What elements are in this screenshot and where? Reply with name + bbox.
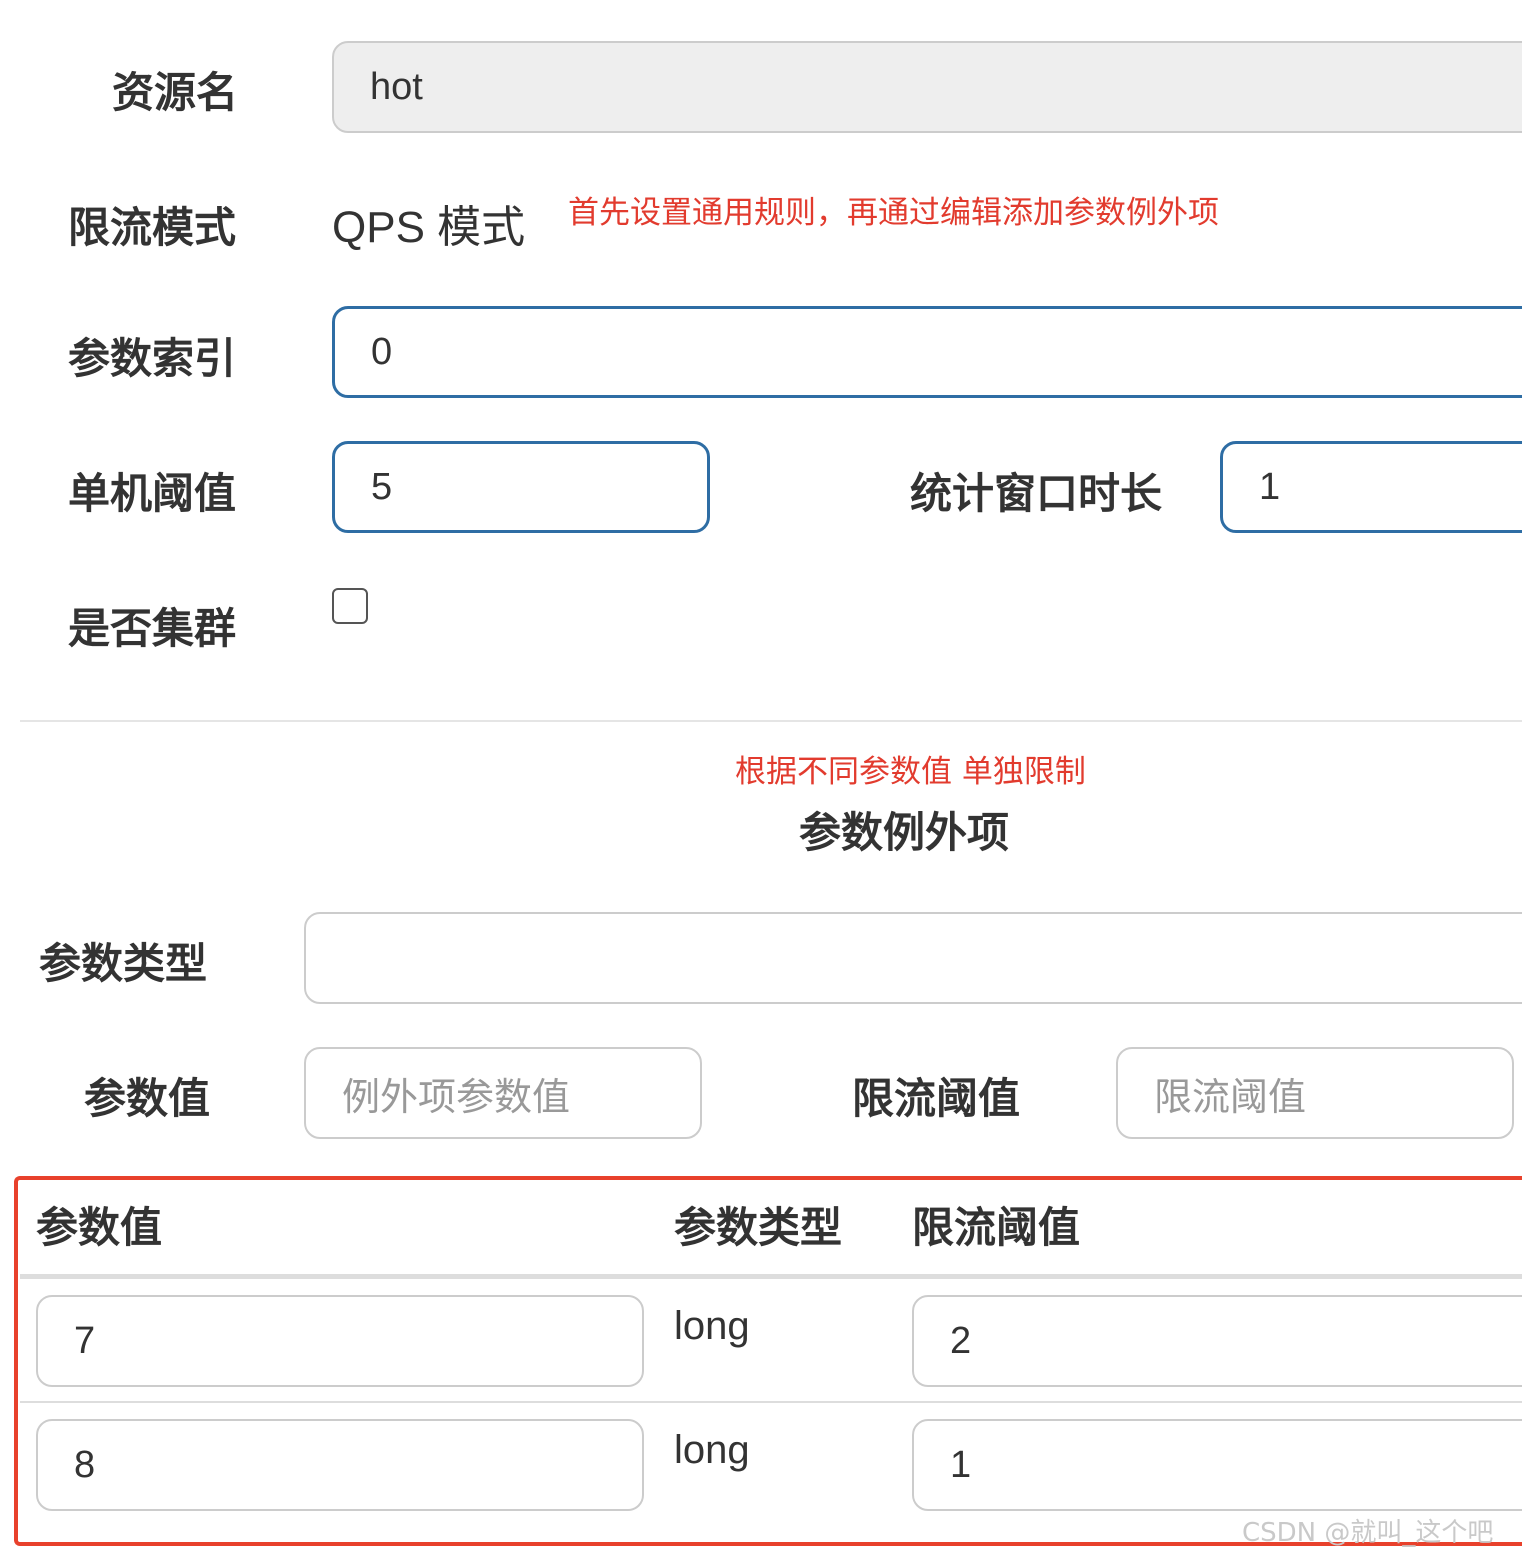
param-value-input[interactable]: 例外项参数值 (304, 1047, 702, 1139)
section-divider (20, 720, 1522, 722)
limit-threshold-input[interactable]: 限流阈值 (1116, 1047, 1514, 1139)
exceptions-title: 参数例外项 (799, 808, 1010, 857)
stat-window-input[interactable]: 1 (1220, 441, 1522, 533)
general-rule-annotation: 首先设置通用规则，再通过编辑添加参数例外项 (568, 195, 1219, 231)
cluster-label: 是否集群 (68, 604, 237, 653)
row-param-value-input[interactable]: 7 (36, 1295, 644, 1387)
limit-threshold-label: 限流阈值 (852, 1074, 1021, 1123)
row-param-type: long (674, 1428, 750, 1472)
flow-mode-label: 限流模式 (68, 203, 237, 252)
param-type-select[interactable] (304, 912, 1522, 1004)
column-header-param-type: 参数类型 (674, 1203, 843, 1252)
resource-name-input: hot (332, 41, 1522, 133)
row-param-type: long (674, 1304, 750, 1348)
param-value-label: 参数值 (84, 1074, 211, 1123)
table-row-divider (20, 1401, 1522, 1403)
threshold-label: 单机阈值 (68, 469, 237, 518)
flow-mode-value: QPS 模式 (332, 203, 526, 252)
table-header-divider (20, 1274, 1522, 1279)
column-header-limit-threshold: 限流阈值 (912, 1203, 1081, 1252)
row-limit-threshold-input[interactable]: 1 (912, 1419, 1522, 1511)
stat-window-label: 统计窗口时长 (910, 469, 1163, 518)
resource-name-label: 资源名 (112, 68, 239, 117)
csdn-watermark: CSDN @就叫_这个吧 (1242, 1518, 1494, 1548)
param-index-input[interactable]: 0 (332, 306, 1522, 398)
param-index-label: 参数索引 (68, 334, 237, 383)
column-header-param-value: 参数值 (36, 1203, 163, 1252)
row-param-value-input[interactable]: 8 (36, 1419, 644, 1511)
cluster-checkbox[interactable] (332, 588, 368, 624)
threshold-input[interactable]: 5 (332, 441, 710, 533)
param-type-label: 参数类型 (39, 939, 208, 988)
exception-annotation: 根据不同参数值 单独限制 (735, 754, 1086, 790)
row-limit-threshold-input[interactable]: 2 (912, 1295, 1522, 1387)
